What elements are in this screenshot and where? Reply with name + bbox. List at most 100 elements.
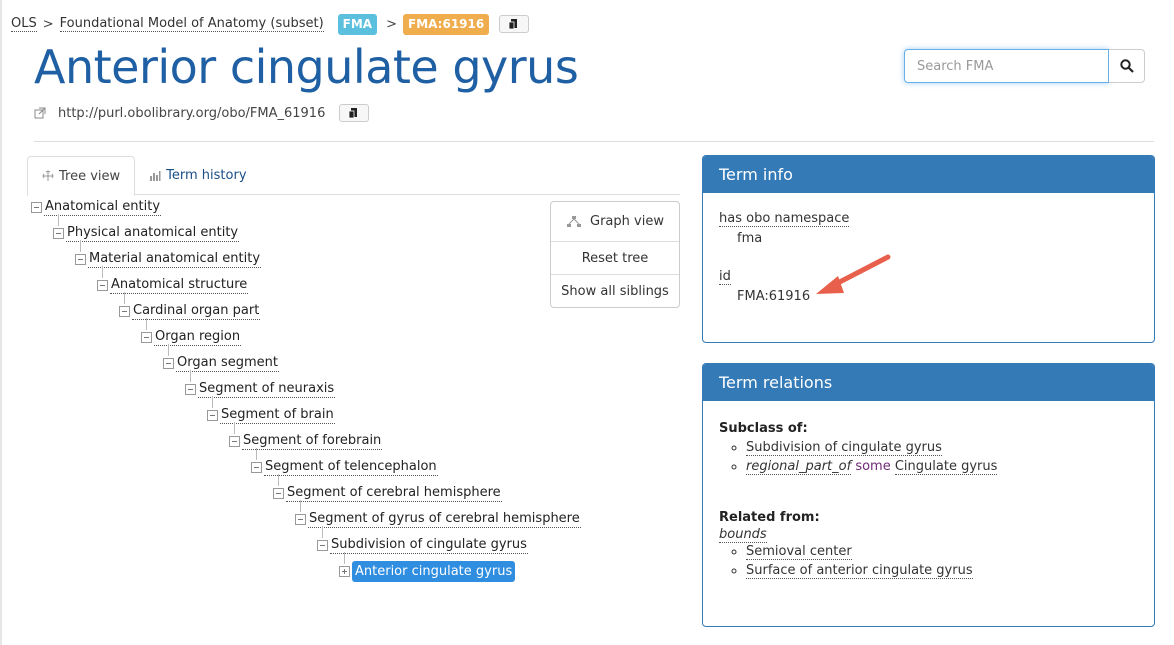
breadcrumb-ols-link[interactable]: OLS [11, 16, 37, 32]
tree-node[interactable]: Organ region [141, 327, 242, 347]
collapse-toggle-icon[interactable] [97, 279, 108, 291]
ontology-badge[interactable]: FMA [337, 13, 378, 35]
tree-connector [80, 240, 81, 252]
tree-node-label[interactable]: Anatomical entity [44, 198, 162, 216]
breadcrumb-separator: > [386, 16, 398, 32]
list-item: regional_part_of some Cingulate gyrus [746, 458, 1138, 476]
breadcrumb: OLS > Foundational Model of Anatomy (sub… [11, 13, 530, 35]
tree-node[interactable]: Anatomical structure [97, 275, 249, 295]
tab-label: Term history [166, 168, 247, 183]
tab-term-history[interactable]: Term history [135, 156, 260, 195]
tree-node[interactable]: Segment of brain [207, 405, 335, 425]
external-link-icon [34, 107, 46, 119]
restriction-target-link[interactable]: Cingulate gyrus [894, 459, 998, 475]
graph-view-label: Graph view [590, 214, 664, 229]
tree-connector [58, 214, 59, 226]
bar-chart-icon [150, 170, 161, 181]
list-item: Surface of anterior cingulate gyrus [746, 562, 1138, 580]
collapse-toggle-icon[interactable] [295, 513, 306, 525]
tree-node-label[interactable]: Subdivision of cingulate gyrus [330, 536, 528, 554]
related-term-link[interactable]: Surface of anterior cingulate gyrus [746, 563, 973, 579]
tab-tree-view[interactable]: Tree view [27, 156, 136, 196]
subclass-heading: Subclass of: [719, 421, 808, 436]
collapse-toggle-icon[interactable] [317, 539, 328, 551]
search-bar [904, 49, 1145, 83]
tree-connector [234, 422, 235, 434]
tree-connector [102, 266, 103, 278]
tree-node-label[interactable]: Material anatomical entity [88, 250, 262, 268]
tree-node-label[interactable]: Segment of gyrus of cerebral hemisphere [308, 510, 581, 528]
namespace-property-link[interactable]: has obo namespace [719, 211, 850, 227]
tree-node[interactable]: Segment of cerebral hemisphere [273, 483, 502, 503]
term-info-header: Term info [703, 156, 1154, 193]
tree-node-label[interactable]: Organ segment [176, 354, 279, 372]
collapse-toggle-icon[interactable] [251, 461, 262, 473]
tree-connector [168, 344, 169, 356]
collapse-toggle-icon[interactable] [75, 253, 86, 265]
page-left-edge [0, 0, 2, 645]
list-item: Subdivision of cingulate gyrus [746, 439, 1138, 457]
tree-node-label[interactable]: Segment of cerebral hemisphere [286, 484, 502, 502]
collapse-toggle-icon[interactable] [163, 357, 174, 369]
related-term-link[interactable]: Semioval center [746, 544, 852, 560]
tree-node[interactable]: Anatomical entity [31, 197, 162, 217]
tree-connector [322, 526, 323, 538]
view-tabs: Tree view Term history [27, 156, 680, 196]
tree-node-label[interactable]: Segment of neuraxis [198, 380, 336, 398]
collapse-toggle-icon[interactable] [207, 409, 218, 421]
copy-iri-button[interactable] [339, 104, 370, 122]
tree-node[interactable]: Segment of forebrain [229, 431, 383, 451]
tree-connector [256, 448, 257, 460]
breadcrumb-ontology-link[interactable]: Foundational Model of Anatomy (subset) [59, 16, 324, 32]
clipboard-icon [508, 19, 518, 30]
tree-connector [146, 318, 147, 330]
subclass-link[interactable]: Subdivision of cingulate gyrus [746, 440, 942, 456]
tree-node[interactable]: Anterior cingulate gyrus [339, 560, 516, 582]
tree-node-label[interactable]: Cardinal organ part [132, 302, 261, 320]
collapse-toggle-icon[interactable] [31, 201, 42, 213]
expand-toggle-icon[interactable] [339, 565, 350, 577]
property-link[interactable]: regional_part_of [746, 459, 852, 475]
collapse-toggle-icon[interactable] [185, 383, 196, 395]
term-id-badge: FMA:61916 [403, 13, 490, 35]
tree-node[interactable]: Subdivision of cingulate gyrus [317, 535, 528, 555]
term-relations-panel: Term relations Subclass of: Subdivision … [702, 363, 1155, 627]
collapse-toggle-icon[interactable] [119, 305, 130, 317]
collapse-toggle-icon[interactable] [273, 487, 284, 499]
tree-connector [278, 474, 279, 486]
tree-node-label[interactable]: Anatomical structure [110, 276, 249, 294]
tree-node-label[interactable]: Segment of telencephalon [264, 458, 438, 476]
copy-id-button[interactable] [499, 15, 530, 33]
graph-view-button[interactable]: Graph view [551, 202, 679, 241]
term-iri-link[interactable]: http://purl.obolibrary.org/obo/FMA_61916 [58, 106, 325, 121]
tree-node[interactable]: Segment of gyrus of cerebral hemisphere [295, 509, 581, 529]
tree-controls: Graph view Reset tree Show all siblings [550, 201, 680, 308]
tree-node-label[interactable]: Physical anatomical entity [66, 224, 240, 242]
id-property-link[interactable]: id [719, 269, 731, 285]
collapse-toggle-icon[interactable] [229, 435, 240, 447]
tree-connector [190, 370, 191, 382]
collapse-toggle-icon[interactable] [141, 331, 152, 343]
search-input[interactable] [904, 49, 1109, 83]
show-all-siblings-button[interactable]: Show all siblings [551, 274, 679, 307]
tree-icon [42, 170, 54, 181]
tree-node[interactable]: Cardinal organ part [119, 301, 261, 321]
tree-node-label[interactable]: Anterior cingulate gyrus [352, 560, 516, 582]
tree-node-label[interactable]: Segment of forebrain [242, 432, 383, 450]
search-button[interactable] [1109, 49, 1145, 83]
tree-connector [212, 396, 213, 408]
term-iri-row: http://purl.obolibrary.org/obo/FMA_61916 [34, 104, 370, 122]
tree-node-label[interactable]: Segment of brain [220, 406, 335, 424]
related-list: Semioval center Surface of anterior cing… [719, 543, 1138, 580]
tree-node[interactable]: Segment of neuraxis [185, 379, 336, 399]
bounds-property-link[interactable]: bounds [719, 527, 767, 543]
tree-connector [300, 500, 301, 512]
term-relations-header: Term relations [703, 364, 1154, 401]
reset-tree-button[interactable]: Reset tree [551, 241, 679, 274]
annotation-arrow-icon [816, 254, 891, 294]
collapse-toggle-icon[interactable] [53, 227, 64, 239]
breadcrumb-separator: > [42, 16, 54, 32]
header-divider [34, 141, 1154, 142]
tree-node[interactable]: Organ segment [163, 353, 279, 373]
term-info-panel: Term info has obo namespace fma id FMA:6… [702, 155, 1155, 343]
